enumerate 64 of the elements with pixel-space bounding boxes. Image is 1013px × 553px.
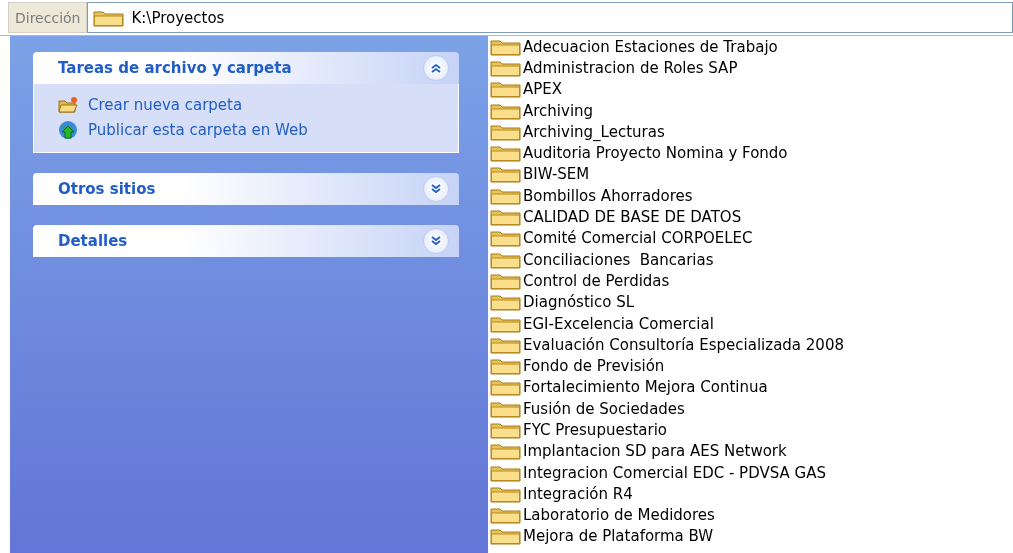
folder-icon [490, 527, 522, 546]
folder-item[interactable]: Adecuacion Estaciones de Trabajo [490, 36, 1013, 58]
collapse-chevron-icon [430, 62, 442, 74]
folder-item[interactable]: Mejora de Plataforma BW [490, 525, 1013, 548]
folder-item[interactable]: Archiving [490, 99, 1013, 122]
folder-icon [490, 378, 522, 397]
folder-icon [490, 144, 522, 163]
folder-item[interactable]: Control de Perdidas [490, 270, 1013, 292]
folder-icon [490, 208, 522, 226]
folder-icon [490, 37, 522, 56]
address-field[interactable]: K:\Proyectos [87, 2, 1013, 33]
globe-upload-icon [58, 119, 78, 140]
folder-item[interactable]: Comité Comercial CORPOELEC [490, 227, 1013, 249]
panel-title: Otros sitios [58, 180, 156, 198]
folder-icon [490, 442, 522, 461]
folder-item[interactable]: Implantacion SD para AES Network [490, 440, 1013, 462]
folder-icon [490, 80, 522, 99]
folder-item[interactable]: EGI-Excelencia Comercial [490, 312, 1013, 335]
folder-item[interactable]: BIW-SEM [490, 163, 1013, 186]
folder-item[interactable]: Administracion de Roles SAP [490, 57, 1013, 79]
task-link[interactable]: Crear nueva carpeta [58, 94, 446, 115]
folder-icon [490, 186, 522, 205]
folder-icon [490, 335, 522, 354]
address-label: Dirección [8, 2, 88, 33]
folder-item[interactable]: Diagnóstico SL [490, 291, 1013, 313]
folder-item[interactable]: Evaluación Consultoría Especializada 2008 [490, 334, 1013, 356]
folder-icon [490, 506, 522, 525]
new-folder-icon [58, 95, 78, 114]
expand-chevron-icon [430, 235, 442, 247]
folder-item[interactable]: CALIDAD DE BASE DE DATOS [490, 206, 1013, 228]
folder-item[interactable]: Auditoria Proyecto Nomina y Fondo [490, 142, 1013, 164]
folder-item[interactable]: Fusión de Sociedades [490, 398, 1013, 420]
folder-icon [490, 165, 522, 184]
panel-toggle-button[interactable] [423, 228, 449, 254]
folder-item[interactable]: Fondo de Previsión [490, 355, 1013, 377]
expand-chevron-icon [430, 183, 442, 195]
task-link[interactable]: Publicar esta carpeta en Web [58, 119, 446, 140]
folder-icon [490, 421, 522, 439]
folder-icon [490, 122, 522, 141]
folder-icon [490, 229, 522, 248]
folder-item[interactable]: Integración R4 [490, 483, 1013, 505]
folder-item[interactable]: Laboratorio de Medidores [490, 504, 1013, 526]
panel-title: Tareas de archivo y carpeta [58, 59, 292, 77]
folder-item[interactable]: Integracion Comercial EDC - PDVSA GAS [490, 461, 1013, 484]
folder-icon [490, 314, 522, 333]
folder-icon [93, 8, 126, 27]
folder-item[interactable]: FYC Presupuestario [490, 419, 1013, 441]
folder-icon [490, 357, 522, 376]
folder-icon [490, 250, 522, 269]
panel-title: Detalles [58, 232, 128, 250]
folder-icon [490, 399, 522, 418]
folder-icon [490, 484, 522, 503]
folder-item[interactable]: Fortalecimiento Mejora Continua [490, 376, 1013, 399]
folder-item[interactable]: Conciliaciones Bancarias [490, 248, 1013, 271]
folder-icon [490, 58, 522, 77]
folder-icon [490, 463, 522, 482]
folder-icon [490, 101, 522, 120]
folder-item[interactable]: APEX [490, 78, 1013, 100]
folder-icon [490, 293, 522, 312]
folder-icon [490, 271, 522, 290]
panel-toggle-button[interactable] [423, 176, 449, 202]
folder-item[interactable]: Archiving_Lecturas [490, 121, 1013, 143]
folder-item[interactable]: Bombillos Ahorradores [490, 185, 1013, 207]
panel-toggle-button[interactable] [423, 55, 449, 81]
